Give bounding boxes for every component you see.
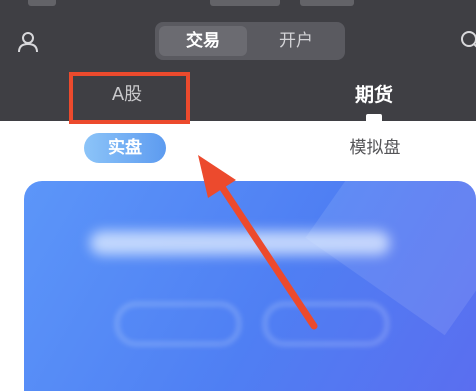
subtab-real-trading[interactable]: 实盘 bbox=[84, 133, 166, 163]
blurred-card-title bbox=[90, 231, 390, 255]
status-bar bbox=[0, 0, 476, 8]
blurred-card-button[interactable] bbox=[116, 303, 240, 345]
account-card[interactable] bbox=[24, 181, 476, 391]
search-icon[interactable] bbox=[460, 30, 476, 52]
app-header: 交易 开户 A股 期货 bbox=[0, 0, 476, 124]
status-fragment bbox=[210, 0, 280, 6]
tab-trade[interactable]: 交易 bbox=[159, 26, 247, 56]
tab-futures[interactable]: 期货 bbox=[254, 80, 476, 110]
tab-open-account[interactable]: 开户 bbox=[251, 26, 341, 56]
highlight-box bbox=[69, 72, 190, 124]
user-icon[interactable] bbox=[16, 30, 40, 54]
status-fragment bbox=[300, 0, 354, 6]
status-fragment bbox=[28, 0, 56, 6]
blurred-card-button[interactable] bbox=[264, 303, 388, 345]
trade-open-switch: 交易 开户 bbox=[155, 22, 345, 60]
subtab-simulated-trading[interactable]: 模拟盘 bbox=[330, 133, 420, 163]
active-tab-indicator bbox=[366, 114, 382, 121]
